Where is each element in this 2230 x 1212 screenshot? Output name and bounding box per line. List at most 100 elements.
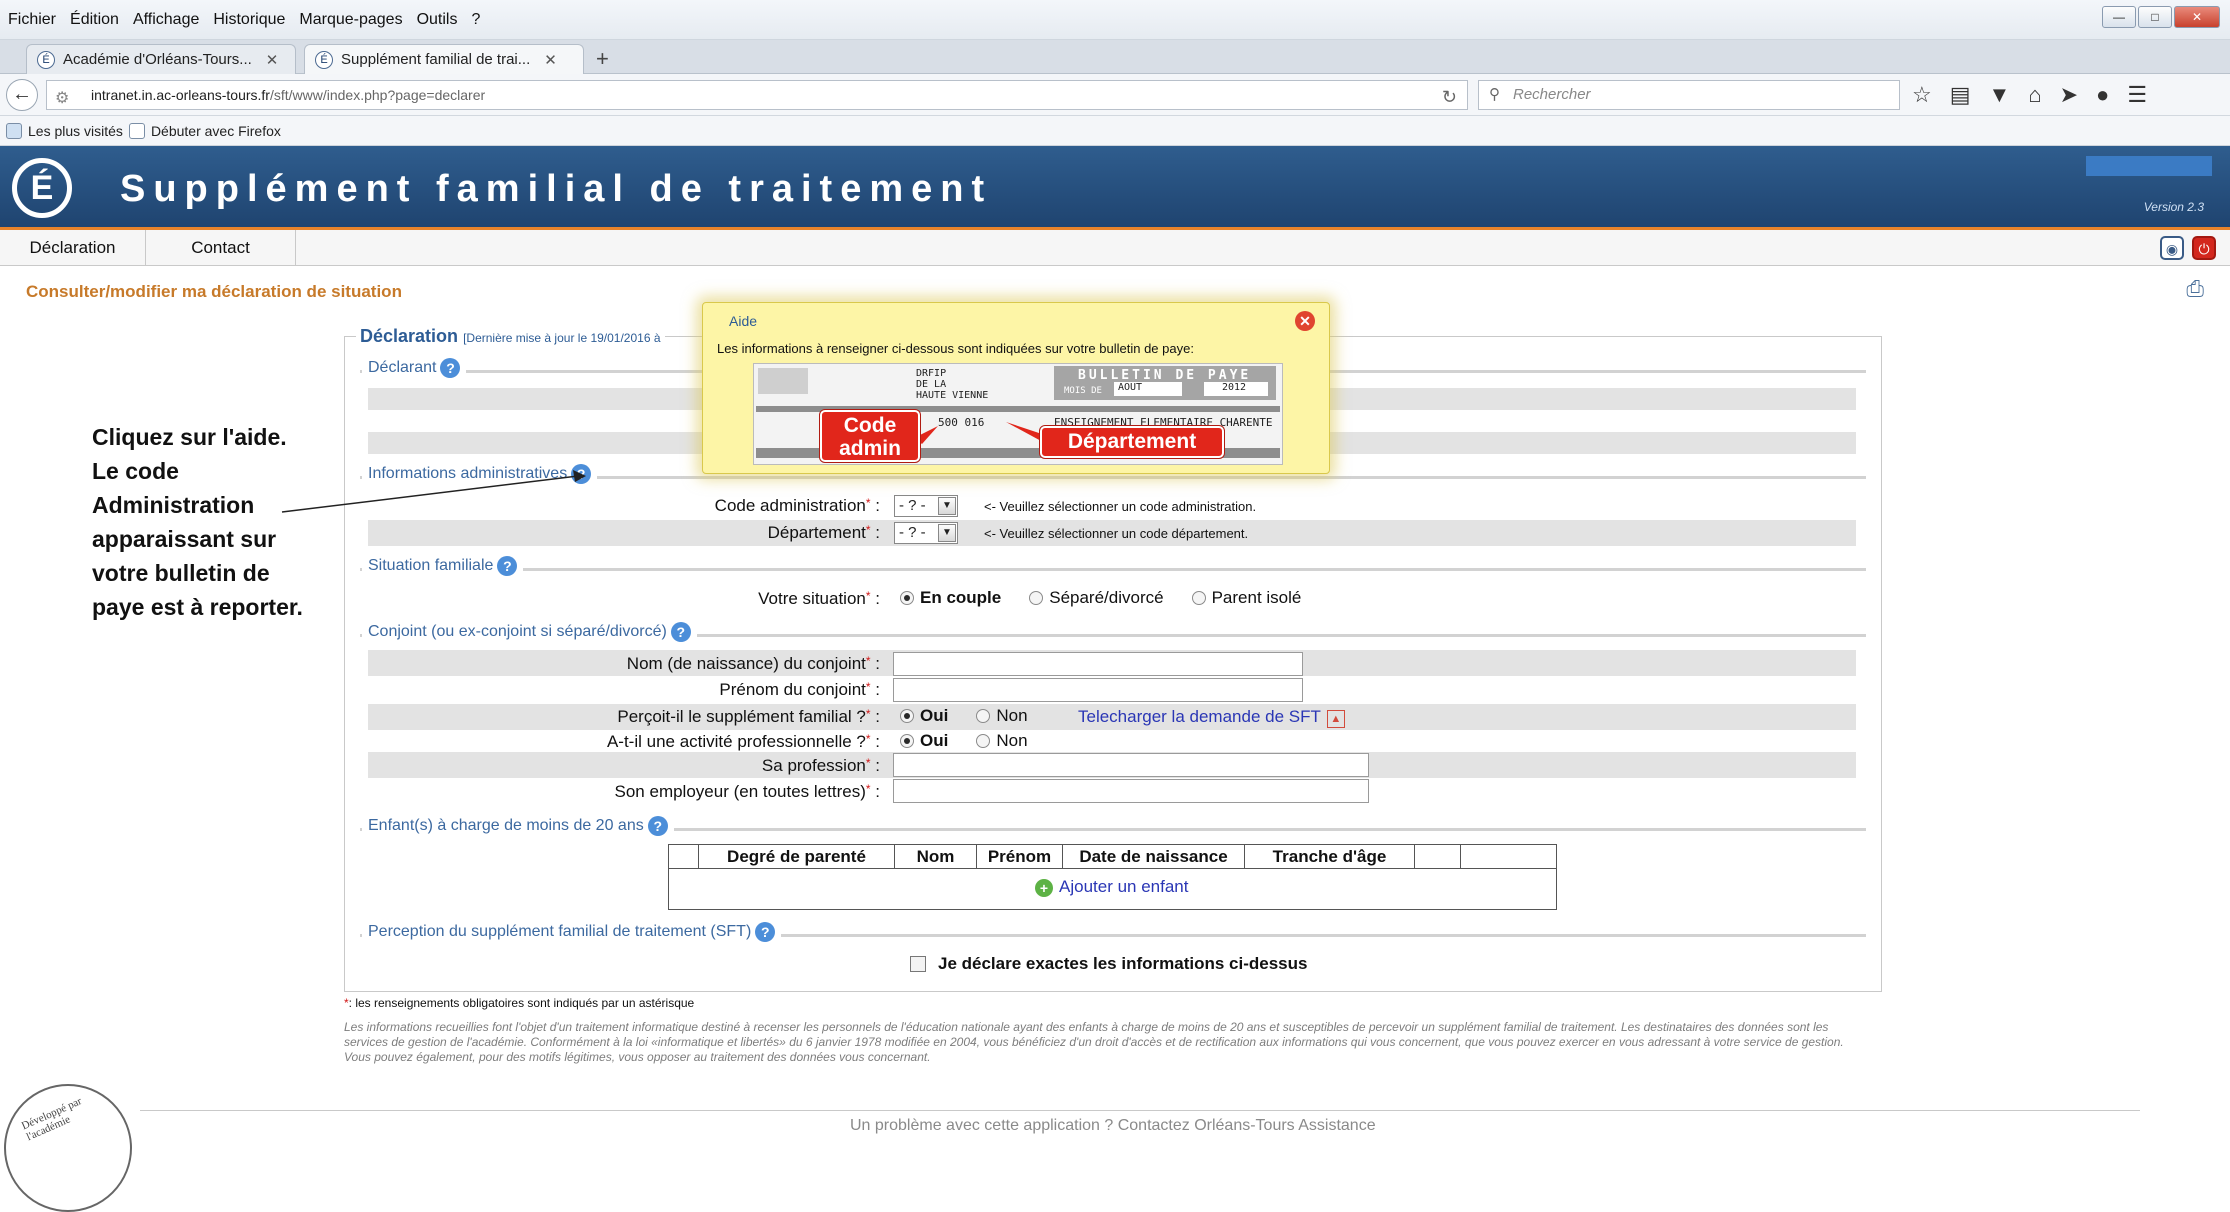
radio-sft-non[interactable]: Non bbox=[976, 706, 1028, 726]
spouse-profession-label: Sa profession* : bbox=[761, 756, 880, 775]
tab-sft[interactable]: É Supplément familial de trai... ✕ bbox=[304, 44, 584, 74]
code-admin-select[interactable]: - ? - ▼ bbox=[894, 495, 958, 517]
site-identity-icon[interactable]: ⚙ bbox=[55, 85, 69, 113]
bookmark-folder-icon bbox=[6, 122, 22, 139]
menu-outils[interactable]: Outils bbox=[417, 11, 458, 29]
menu-help[interactable]: ? bbox=[471, 11, 480, 29]
last-update: [Dernière mise à jour le 19/01/2016 à bbox=[463, 331, 661, 345]
bookmark-star-icon[interactable]: ☆ bbox=[1912, 82, 1932, 108]
spouse-employer-label: Son employeur (en toutes lettres)* : bbox=[614, 782, 880, 801]
radio-en-couple[interactable]: En couple bbox=[900, 588, 1001, 608]
radio-activity-oui[interactable]: Oui bbox=[900, 731, 948, 751]
radio-activity-non-label: Non bbox=[996, 731, 1028, 750]
app-header: É Supplément familial de traitement Vers… bbox=[0, 146, 2230, 230]
help-icon[interactable]: ? bbox=[440, 358, 461, 378]
radio-checked-icon[interactable] bbox=[900, 709, 914, 723]
bookmarks-list-icon[interactable]: ▤ bbox=[1950, 82, 1971, 108]
search-input[interactable]: ⚲ Rechercher bbox=[1478, 80, 1900, 110]
pocket-icon[interactable]: ▼ bbox=[1989, 82, 2011, 108]
back-arrow-icon[interactable]: ← bbox=[6, 79, 38, 111]
dept-label: Département* : bbox=[767, 523, 880, 542]
help-icon[interactable]: ? bbox=[497, 556, 518, 576]
url-bar[interactable]: ⚙ intranet.in.ac-orleans-tours.fr/sft/ww… bbox=[46, 80, 1468, 110]
annotation-text: Cliquez sur l'aide. Le code Administrati… bbox=[92, 420, 332, 624]
download-sft-link[interactable]: Telecharger la demande de SFT ▲ bbox=[1078, 707, 1345, 728]
menu-fichier[interactable]: Fichier bbox=[8, 11, 56, 29]
close-icon[interactable]: ✕ bbox=[1295, 311, 1315, 331]
radio-icon[interactable] bbox=[1191, 591, 1206, 605]
dept-select[interactable]: - ? - ▼ bbox=[894, 522, 958, 544]
tab-label: Académie d'Orléans-Tours... bbox=[63, 51, 252, 68]
column-header-parente: Degré de parenté bbox=[699, 845, 895, 869]
pdf-icon[interactable]: ▲ bbox=[1326, 710, 1345, 728]
menu-affichage[interactable]: Affichage bbox=[133, 11, 199, 29]
identity-icon[interactable]: ◉ bbox=[2160, 236, 2184, 260]
menu-marque-pages[interactable]: Marque-pages bbox=[299, 11, 402, 29]
radio-separe[interactable]: Séparé/divorcé bbox=[1029, 588, 1164, 608]
close-tab-icon[interactable]: ✕ bbox=[266, 51, 279, 69]
radio-sft-oui-label: Oui bbox=[920, 706, 949, 725]
required-asterisk: * bbox=[865, 782, 871, 796]
menu-historique[interactable]: Historique bbox=[213, 11, 285, 29]
add-child-button[interactable]: + Ajouter un enfant bbox=[1035, 877, 1188, 897]
radio-icon[interactable] bbox=[976, 709, 991, 723]
reload-icon[interactable]: ↻ bbox=[1442, 83, 1457, 111]
help-popup: Aide ✕ Les informations à renseigner ci-… bbox=[702, 302, 1330, 474]
radio-en-couple-label: En couple bbox=[920, 588, 1002, 607]
footer-assistance[interactable]: Un problème avec cette application ? Con… bbox=[850, 1117, 1376, 1135]
navigation-bar: ← ⚙ intranet.in.ac-orleans-tours.fr/sft/… bbox=[0, 74, 2230, 116]
spouse-first-name-field[interactable] bbox=[893, 678, 1303, 702]
tab-label: Supplément familial de trai... bbox=[341, 51, 531, 68]
minimize-button[interactable]: — bbox=[2102, 6, 2136, 28]
section-admin-info: Informations administratives? bbox=[362, 464, 598, 484]
radio-activity-non[interactable]: Non bbox=[976, 731, 1028, 751]
maximize-button[interactable]: □ bbox=[2138, 6, 2172, 28]
section-sft-label: Perception du supplément familial de tra… bbox=[368, 923, 752, 941]
chat-icon[interactable]: ● bbox=[2096, 82, 2109, 108]
spouse-employer-field[interactable] bbox=[893, 779, 1369, 803]
hamburger-menu-icon[interactable]: ☰ bbox=[2127, 82, 2147, 108]
spouse-first-name-label: Prénom du conjoint* : bbox=[719, 680, 880, 699]
section-family-label: Situation familiale bbox=[368, 557, 494, 575]
annotation-line: Administration bbox=[92, 492, 255, 518]
new-tab-icon[interactable]: + bbox=[596, 46, 609, 72]
spouse-profession-field[interactable] bbox=[893, 753, 1369, 777]
spouse-birth-name-label: Nom (de naissance) du conjoint* : bbox=[626, 654, 880, 673]
top-right-icons: ◉ ⏻ bbox=[2160, 236, 2216, 260]
radio-parent-isole-label: Parent isolé bbox=[1211, 588, 1302, 607]
search-icon: ⚲ bbox=[1489, 86, 1500, 103]
radio-icon[interactable] bbox=[976, 734, 991, 748]
callout-departement: Département bbox=[1040, 426, 1224, 458]
dept-hint: <- Veuillez sélectionner un code départe… bbox=[984, 526, 1249, 541]
menu-contact[interactable]: Contact bbox=[146, 230, 296, 266]
radio-checked-icon[interactable] bbox=[900, 591, 914, 605]
help-popup-text: Les informations à renseigner ci-dessous… bbox=[717, 341, 1194, 356]
spouse-birth-name-field[interactable] bbox=[893, 652, 1303, 676]
logout-power-icon[interactable]: ⏻ bbox=[2192, 236, 2216, 260]
help-icon[interactable]: ? bbox=[755, 922, 776, 942]
section-admin-info-label: Informations administratives bbox=[368, 465, 568, 483]
declare-checkbox[interactable] bbox=[910, 956, 926, 972]
help-icon[interactable]: ? bbox=[670, 622, 691, 642]
radio-activity-oui-label: Oui bbox=[920, 731, 949, 750]
menu-edition[interactable]: Édition bbox=[70, 11, 119, 29]
home-icon[interactable]: ⌂ bbox=[2028, 82, 2041, 108]
radio-checked-icon[interactable] bbox=[900, 734, 914, 748]
send-icon[interactable]: ➤ bbox=[2060, 82, 2078, 108]
bookmark-most-visited[interactable]: Les plus visités bbox=[28, 123, 123, 139]
radio-parent-isole[interactable]: Parent isolé bbox=[1191, 588, 1302, 608]
tab-academie[interactable]: É Académie d'Orléans-Tours... ✕ bbox=[26, 44, 296, 74]
close-tab-icon[interactable]: ✕ bbox=[544, 51, 557, 69]
annotation-line: votre bulletin de bbox=[92, 560, 270, 586]
menu-declaration[interactable]: Déclaration bbox=[0, 230, 146, 266]
radio-icon[interactable] bbox=[1029, 591, 1044, 605]
annotation-line: paye est à reporter. bbox=[92, 594, 303, 620]
help-icon[interactable]: ? bbox=[571, 464, 592, 484]
declare-checkbox-row[interactable]: Je déclare exactes les informations ci-d… bbox=[910, 954, 1307, 974]
close-window-button[interactable]: ✕ bbox=[2174, 6, 2220, 28]
bookmark-getting-started[interactable]: Débuter avec Firefox bbox=[151, 123, 281, 139]
radio-sft-oui[interactable]: Oui bbox=[900, 706, 948, 726]
help-icon[interactable]: ? bbox=[647, 816, 668, 836]
window-controls: — □ ✕ bbox=[2102, 6, 2220, 28]
print-icon[interactable]: ⎙ bbox=[2186, 276, 2204, 302]
